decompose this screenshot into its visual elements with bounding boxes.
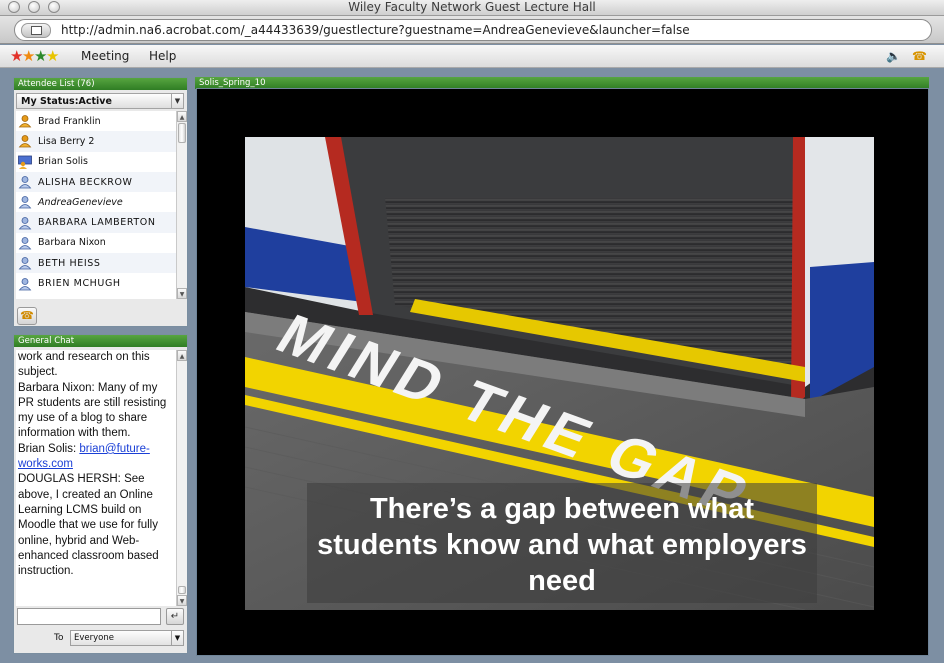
menu-meeting[interactable]: Meeting <box>81 49 129 63</box>
scroll-thumb[interactable] <box>178 123 186 143</box>
attendee-row[interactable]: Brad Franklin <box>16 111 176 131</box>
attendee-row[interactable]: BRIEN MCHUGH <box>16 273 176 293</box>
attendee-row[interactable]: Brian Solis <box>16 152 176 172</box>
chevron-down-icon[interactable]: ▼ <box>171 631 183 645</box>
participant-user-icon <box>18 236 32 250</box>
connect-logo: ★ ★ ★ ★ <box>10 47 60 65</box>
attendee-name: ALISHA BECKROW <box>38 176 133 188</box>
scroll-up-arrow-icon[interactable]: ▲ <box>177 350 187 361</box>
attendee-name: Brad Franklin <box>38 115 101 127</box>
scroll-thumb[interactable] <box>178 586 186 594</box>
app-menubar: ★ ★ ★ ★ Meeting Help 🔈 ☎ <box>0 45 944 68</box>
attendee-row[interactable]: BARBARA LAMBERTON <box>16 212 176 233</box>
presentation-slide: MIND THE GAP There’s a gap between what … <box>245 137 874 610</box>
chat-input[interactable] <box>17 608 161 625</box>
chevron-down-icon[interactable]: ▼ <box>171 94 183 108</box>
presenter-user-icon <box>18 155 32 169</box>
host-user-icon <box>18 134 32 148</box>
slide-caption-box: There’s a gap between what students know… <box>307 483 817 603</box>
attendee-scrollbar[interactable]: ▲ ▼ <box>176 111 187 299</box>
attendee-row[interactable]: AndreaGenevieve <box>16 192 176 212</box>
chat-log: work and research on this subject. Barba… <box>16 350 176 606</box>
attendee-name: Brian Solis <box>38 156 88 168</box>
chat-panel-header: General Chat <box>14 335 187 347</box>
attendee-name: BETH HEISS <box>38 257 101 269</box>
my-status-select[interactable]: My Status:Active ▼ <box>16 93 184 109</box>
attendee-panel: Attendee List (76) My Status:Active ▼ Br… <box>13 77 188 327</box>
participant-user-icon <box>18 277 32 291</box>
attendee-name: Lisa Berry 2 <box>38 135 95 147</box>
attendee-name: BARBARA LAMBERTON <box>38 217 156 229</box>
chat-message: work and research on this subject. <box>18 351 150 379</box>
attendee-name: Barbara Nixon <box>38 237 106 249</box>
speaker-icon[interactable]: 🔈 <box>886 49 901 63</box>
telephone-icon[interactable]: ☎ <box>912 49 927 63</box>
chat-panel: General Chat work and research on this s… <box>13 334 188 654</box>
scroll-down-arrow-icon[interactable]: ▼ <box>177 595 187 606</box>
page-icon[interactable] <box>21 23 51 38</box>
attendee-row[interactable]: BETH HEISS <box>16 253 176 274</box>
chat-sender: Brian Solis: <box>18 442 80 455</box>
participant-user-icon <box>18 195 32 209</box>
attendee-panel-header: Attendee List (76) <box>14 78 187 90</box>
recipient-value: Everyone <box>74 633 114 643</box>
chat-scrollbar[interactable]: ▲ ▼ <box>176 350 187 606</box>
address-bar[interactable]: http://admin.na6.acrobat.com/_a44433639/… <box>14 19 932 41</box>
attendee-name: AndreaGenevieve <box>38 196 123 208</box>
my-status-label: My Status:Active <box>21 96 112 107</box>
recipient-label: To <box>54 633 64 643</box>
attendee-row[interactable]: Barbara Nixon <box>16 233 176 253</box>
menu-help[interactable]: Help <box>149 49 176 63</box>
window-title: Wiley Faculty Network Guest Lecture Hall <box>348 0 596 14</box>
scroll-up-arrow-icon[interactable]: ▲ <box>177 111 187 122</box>
host-user-icon <box>18 114 32 128</box>
attendee-row[interactable]: Lisa Berry 2 <box>16 131 176 152</box>
chat-message: Barbara Nixon: Many of my PR students ar… <box>18 381 167 440</box>
share-pod: MIND THE GAP There’s a gap between what … <box>196 88 929 656</box>
attendee-name: BRIEN MCHUGH <box>38 278 121 290</box>
url-text[interactable]: http://admin.na6.acrobat.com/_a44433639/… <box>61 23 690 37</box>
attendee-list: Brad Franklin Lisa Berry 2 Brian Solis ALIS… <box>16 111 176 299</box>
chat-message: Brian Solis: brian@future-works.com <box>18 442 174 473</box>
browser-toolbar: http://admin.na6.acrobat.com/_a44433639/… <box>0 16 944 44</box>
participant-user-icon <box>18 256 32 270</box>
recipient-select[interactable]: Everyone ▼ <box>70 630 184 646</box>
window-titlebar: Wiley Faculty Network Guest Lecture Hall <box>0 0 944 16</box>
participant-user-icon <box>18 175 32 189</box>
slide-caption: There’s a gap between what students know… <box>317 493 807 597</box>
participant-user-icon <box>18 216 32 230</box>
attendee-row[interactable]: ALISHA BECKROW <box>16 171 176 193</box>
telephone-icon[interactable]: ☎ <box>17 307 37 325</box>
chat-message: DOUGLAS HERSH: See above, I created an O… <box>18 473 159 578</box>
scroll-down-arrow-icon[interactable]: ▼ <box>177 288 187 299</box>
send-message-button[interactable]: ↵ <box>166 608 184 625</box>
